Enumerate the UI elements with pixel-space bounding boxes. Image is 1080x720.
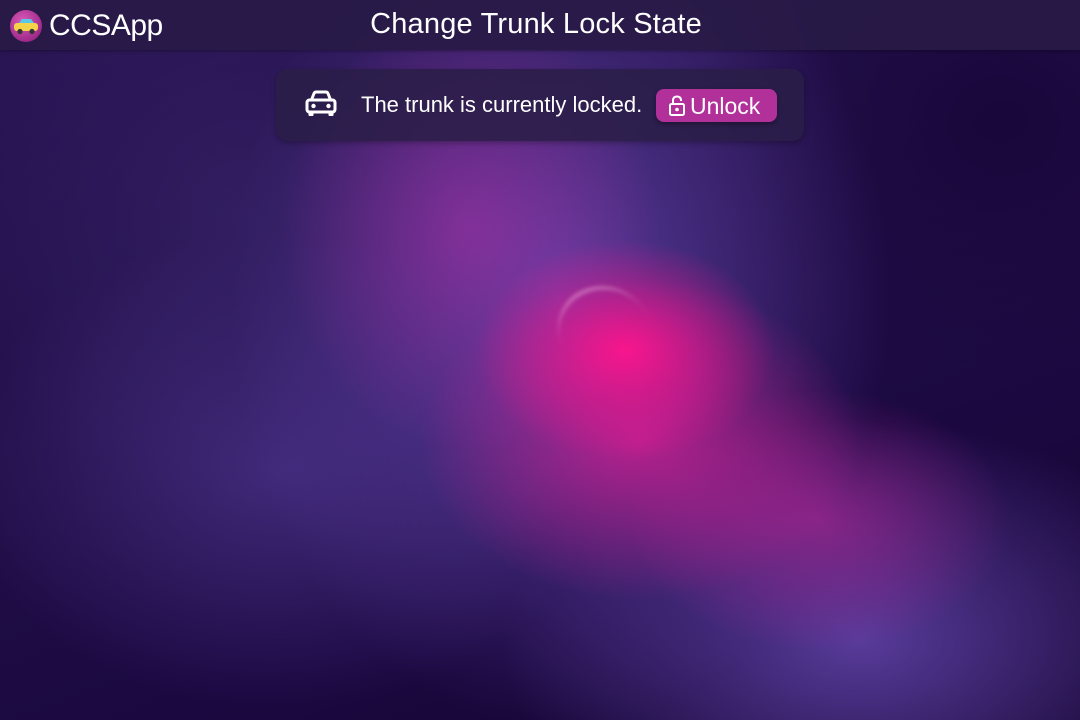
unlock-button[interactable]: Unlock bbox=[656, 89, 777, 122]
top-app-bar: CCSApp Change Trunk Lock State bbox=[0, 0, 1080, 50]
unlock-button-label: Unlock bbox=[690, 93, 761, 119]
trunk-status-card: The trunk is currently locked. Unlock bbox=[276, 69, 804, 141]
app-window: CCSApp Change Trunk Lock State The trunk… bbox=[0, 0, 1080, 720]
page-title: Change Trunk Lock State bbox=[370, 8, 702, 40]
car-icon bbox=[305, 90, 337, 116]
unlock-icon bbox=[669, 95, 685, 116]
trunk-status-message: The trunk is currently locked. bbox=[361, 92, 643, 117]
